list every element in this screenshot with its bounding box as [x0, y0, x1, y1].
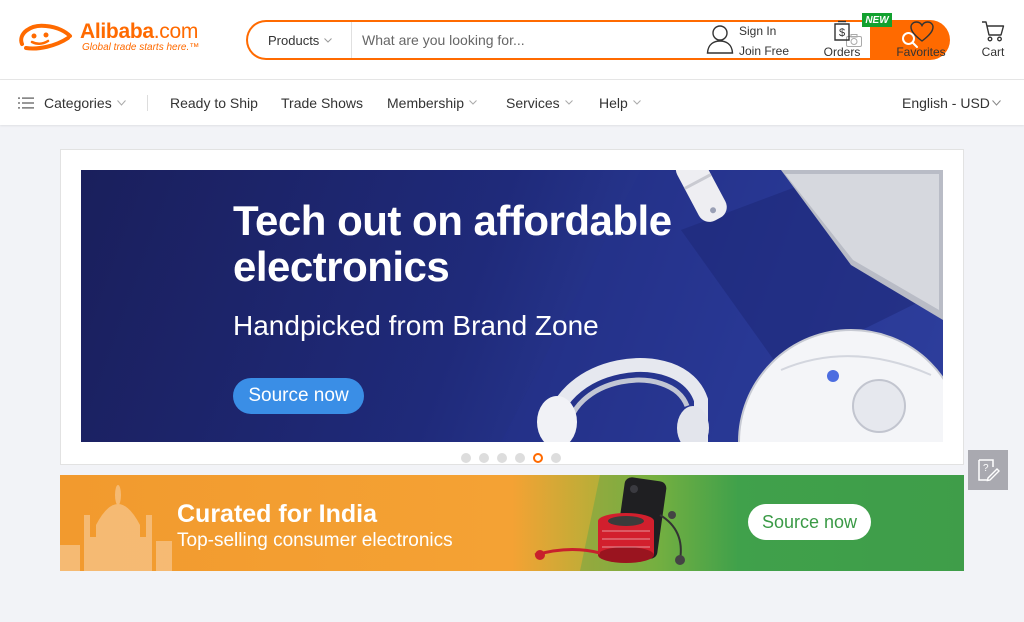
chevron-down-icon — [469, 100, 477, 105]
hero-slide[interactable]: Tech out on affordable electronics Handp… — [81, 170, 943, 442]
search-input[interactable] — [354, 22, 694, 58]
logo-tagline-text: Global trade starts here. — [82, 42, 190, 53]
main-nav: Categories Ready to Ship Trade Shows Mem… — [0, 80, 1024, 125]
nav-item-label: Membership — [387, 94, 465, 111]
language-currency-label: English - USD — [902, 94, 990, 111]
search-category-label: Products — [268, 32, 320, 48]
hero-source-now-button[interactable]: Source now — [233, 378, 364, 414]
orders-icon: $ — [834, 20, 850, 41]
carousel-dots — [461, 453, 561, 463]
join-free-link[interactable]: Join Free — [739, 44, 789, 58]
site-header: Alibaba.com Global trade starts here.™ P… — [0, 0, 1024, 80]
nav-item-label: Help — [599, 94, 628, 111]
hero-title: Tech out on affordable electronics — [233, 197, 672, 290]
language-currency-select[interactable]: English - USD — [902, 80, 1001, 125]
chevron-down-icon — [564, 100, 573, 105]
nav-item-help[interactable]: Help — [599, 80, 641, 125]
nav-item-label: Ready to Ship — [170, 94, 258, 111]
promo-subtitle: Top-selling consumer electronics — [177, 530, 453, 551]
carousel-dot[interactable] — [551, 453, 561, 463]
nav-item-label: Trade Shows — [281, 94, 363, 111]
orders-button[interactable]: $ Orders — [822, 18, 864, 60]
carousel-dot[interactable] — [479, 453, 489, 463]
logo-suffix: .com — [153, 20, 199, 43]
cart-label: Cart — [981, 45, 1005, 59]
feedback-button[interactable]: ? — [968, 450, 1008, 490]
search-category-select[interactable]: Products — [248, 22, 352, 58]
carousel-dot[interactable] — [515, 453, 525, 463]
svg-text:?: ? — [983, 463, 989, 474]
carousel-dot[interactable] — [497, 453, 507, 463]
chevron-down-icon — [992, 99, 1001, 106]
svg-text:$: $ — [839, 27, 845, 39]
chevron-down-icon — [632, 100, 641, 105]
nav-divider — [147, 95, 148, 111]
feedback-icon: ? — [978, 459, 1000, 482]
logo-wordmark: Alibaba.com — [80, 20, 198, 44]
heart-icon — [910, 21, 934, 42]
categories-label: Categories — [44, 94, 112, 111]
nav-item-trade-shows[interactable]: Trade Shows — [281, 80, 363, 125]
sign-in-link[interactable]: Sign In — [739, 24, 776, 38]
promo-source-now-button[interactable]: Source now — [748, 504, 871, 540]
logo-tagline: Global trade starts here.™ — [82, 42, 199, 53]
cart-button[interactable]: Cart — [976, 18, 1010, 60]
chevron-down-icon — [116, 99, 126, 106]
logo-trademark: ™ — [189, 42, 200, 53]
nav-item-membership[interactable]: Membership — [387, 80, 477, 125]
favorites-label: Favorites — [896, 45, 946, 59]
nav-item-label: Services — [506, 94, 560, 111]
new-badge: NEW — [862, 13, 892, 27]
hero-carousel: Tech out on affordable electronics Handp… — [60, 149, 964, 465]
alibaba-logo[interactable]: Alibaba.com Global trade starts here.™ — [16, 20, 208, 56]
list-icon — [18, 97, 34, 108]
nav-item-ready-to-ship[interactable]: Ready to Ship — [170, 80, 258, 125]
nav-item-services[interactable]: Services — [506, 80, 573, 125]
account-links: Sign In Join Free — [706, 22, 806, 60]
india-promo-banner[interactable]: Curated for India Top-selling consumer e… — [60, 475, 964, 571]
hero-subtitle: Handpicked from Brand Zone — [233, 310, 599, 341]
user-icon — [706, 25, 734, 54]
carousel-dot-active[interactable] — [533, 453, 543, 463]
orders-label: Orders — [823, 45, 861, 59]
promo-title: Curated for India — [177, 500, 378, 528]
carousel-dot[interactable] — [461, 453, 471, 463]
chevron-down-icon — [324, 37, 333, 43]
logo-mark-icon — [19, 23, 72, 51]
cart-icon — [982, 21, 1005, 42]
categories-menu[interactable]: Categories — [18, 80, 126, 125]
logo-name: Alibaba — [80, 20, 154, 43]
favorites-button[interactable]: Favorites — [894, 18, 948, 60]
